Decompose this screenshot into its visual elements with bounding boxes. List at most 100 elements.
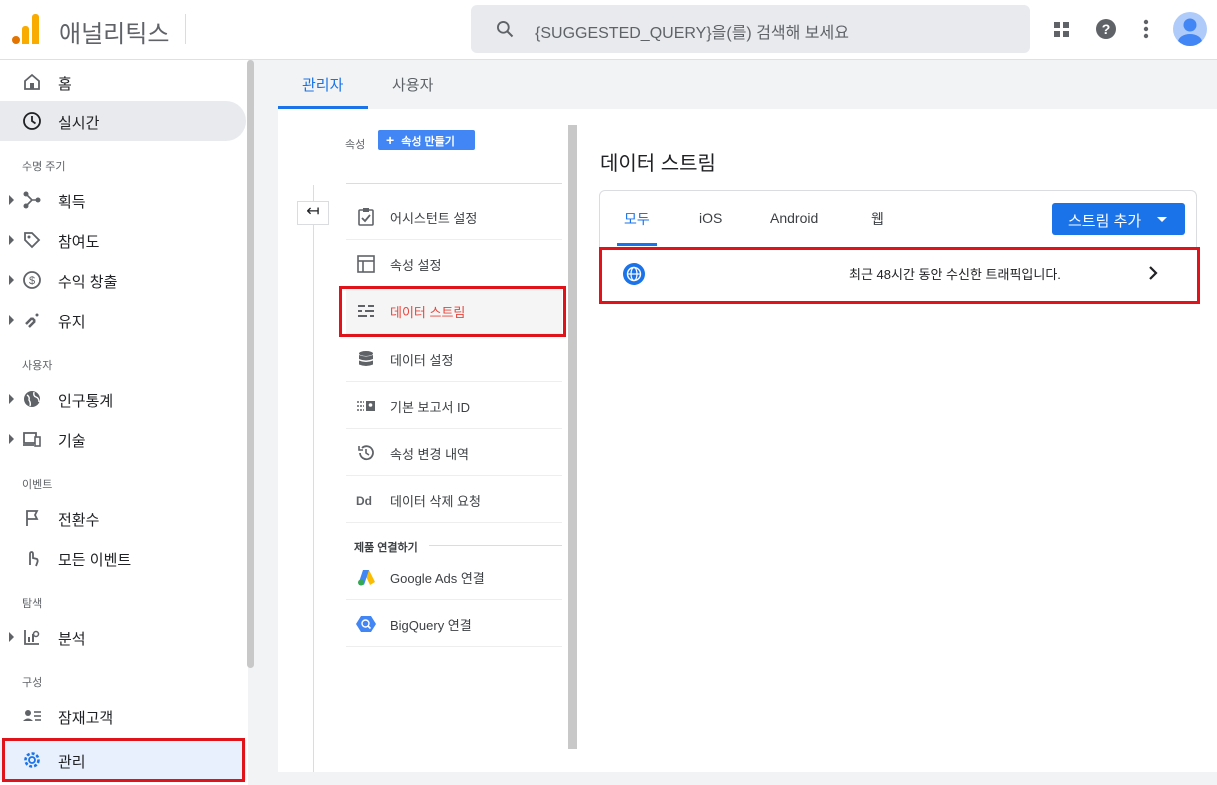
menu-label: 어시스턴트 설정 bbox=[390, 211, 478, 226]
nav-acquisition[interactable]: 획득 bbox=[0, 180, 246, 220]
admin-panel: ↤ 속성 + 속성 만들기 어시스턴트 설정 속성 설정 데이터 스트림 데이터… bbox=[278, 109, 1217, 772]
expand-arrow-icon bbox=[9, 235, 14, 245]
search-icon bbox=[497, 21, 514, 38]
avatar[interactable] bbox=[1173, 12, 1207, 46]
expand-arrow-icon bbox=[9, 195, 14, 205]
nav-label: 인구통계 bbox=[58, 393, 114, 410]
menu-label: 기본 보고서 ID bbox=[390, 400, 471, 415]
expand-arrow-icon bbox=[9, 275, 14, 285]
nav-label: 유지 bbox=[58, 314, 86, 331]
create-property-label: 속성 만들기 bbox=[401, 136, 455, 148]
menu-data-deletion[interactable]: Dd 데이터 삭제 요청 bbox=[346, 476, 562, 523]
nav-all-events[interactable]: 모든 이벤트 bbox=[0, 538, 246, 578]
add-stream-label: 스트림 추가 bbox=[1068, 213, 1142, 230]
add-stream-button[interactable]: 스트림 추가 bbox=[1052, 203, 1185, 235]
checklist-icon bbox=[358, 208, 374, 226]
database-icon bbox=[359, 351, 373, 366]
nav-home[interactable]: 홈 bbox=[0, 62, 246, 102]
nav-label: 홈 bbox=[58, 76, 72, 93]
nav-section-events: 이벤트 bbox=[22, 479, 53, 491]
nav-section-configure: 구성 bbox=[22, 677, 43, 689]
menu-label: 데이터 설정 bbox=[390, 353, 454, 368]
menu-change-history[interactable]: 속성 변경 내역 bbox=[346, 429, 562, 476]
google-ads-icon bbox=[358, 570, 375, 586]
menu-bigquery-link[interactable]: BigQuery 연결 bbox=[346, 600, 562, 647]
bigquery-icon bbox=[356, 616, 376, 632]
reporting-id-icon bbox=[357, 401, 375, 411]
analysis-icon bbox=[24, 630, 40, 645]
menu-label: BigQuery 연결 bbox=[390, 618, 472, 633]
nav-analysis[interactable]: 분석 bbox=[0, 617, 246, 657]
section-divider bbox=[429, 545, 562, 546]
search-bar[interactable]: {SUGGESTED_QUERY}을(를) 검색해 보세요 bbox=[471, 5, 1030, 53]
menu-reporting-id[interactable]: 기본 보고서 ID bbox=[346, 382, 562, 429]
nav-engagement[interactable]: 참여도 bbox=[0, 220, 246, 260]
nav-section-explore: 탐색 bbox=[22, 598, 43, 610]
left-nav: 홈 실시간 수명 주기 획득 참여도 $ 수익 창출 유지 사용자 인구통계 기… bbox=[0, 60, 248, 785]
nav-tech[interactable]: 기술 bbox=[0, 419, 246, 459]
menu-label: 속성 변경 내역 bbox=[390, 447, 469, 462]
expand-arrow-icon bbox=[9, 632, 14, 642]
home-icon bbox=[24, 73, 40, 90]
menu-label: 속성 설정 bbox=[390, 258, 442, 273]
middle-scrollbar[interactable] bbox=[568, 125, 577, 749]
nav-label: 전환수 bbox=[58, 512, 100, 529]
menu-data-settings[interactable]: 데이터 설정 bbox=[346, 335, 562, 382]
nav-audiences[interactable]: 잠재고객 bbox=[0, 696, 246, 736]
globe-icon bbox=[24, 391, 40, 407]
nav-label: 실시간 bbox=[58, 115, 100, 132]
analytics-logo-icon[interactable] bbox=[12, 14, 40, 44]
dollar-icon: $ bbox=[23, 271, 41, 289]
svg-text:$: $ bbox=[29, 275, 35, 287]
svg-text:Dd: Dd bbox=[356, 494, 372, 508]
left-nav-scrollbar[interactable] bbox=[247, 60, 254, 668]
apps-grid-icon[interactable] bbox=[1046, 14, 1076, 44]
nav-conversions[interactable]: 전환수 bbox=[0, 498, 246, 538]
stream-tab-android[interactable]: Android bbox=[770, 210, 818, 226]
help-icon[interactable]: ? bbox=[1091, 14, 1121, 44]
tag-icon bbox=[24, 232, 41, 249]
collapse-button[interactable]: ↤ bbox=[297, 201, 329, 225]
tab-user[interactable]: 사용자 bbox=[392, 74, 433, 95]
expand-arrow-icon bbox=[9, 394, 14, 404]
top-bar: 애널리틱스 {SUGGESTED_QUERY}을(를) 검색해 보세요 ? bbox=[0, 0, 1217, 60]
more-vert-icon[interactable] bbox=[1131, 14, 1161, 44]
acquisition-icon bbox=[23, 191, 41, 209]
audience-icon bbox=[23, 710, 41, 721]
nav-label: 모든 이벤트 bbox=[58, 552, 132, 569]
stream-tab-ios[interactable]: iOS bbox=[699, 210, 722, 226]
nav-label: 잠재고객 bbox=[58, 710, 114, 727]
nav-retention[interactable]: 유지 bbox=[0, 300, 246, 340]
nav-label: 분석 bbox=[58, 631, 86, 648]
stream-tab-underline bbox=[617, 243, 657, 246]
clock-icon bbox=[23, 112, 41, 130]
account-icon bbox=[1178, 18, 1202, 46]
app-title[interactable]: 애널리틱스 bbox=[59, 14, 169, 49]
highlight-box-admin bbox=[2, 738, 245, 782]
nav-realtime[interactable]: 실시간 bbox=[0, 101, 246, 141]
nav-monetization[interactable]: $ 수익 창출 bbox=[0, 260, 246, 300]
expand-arrow-icon bbox=[9, 434, 14, 444]
menu-property-settings[interactable]: 속성 설정 bbox=[346, 240, 562, 287]
flag-icon bbox=[26, 510, 39, 526]
highlight-box-data-streams bbox=[339, 286, 566, 337]
caret-down-icon bbox=[1157, 217, 1167, 222]
nav-label: 기술 bbox=[58, 433, 86, 450]
stream-tab-all[interactable]: 모두 bbox=[624, 209, 650, 229]
layout-icon bbox=[357, 255, 375, 273]
property-label: 속성 bbox=[345, 139, 366, 151]
svg-text:?: ? bbox=[1102, 21, 1111, 37]
history-icon bbox=[358, 445, 374, 461]
nav-section-user: 사용자 bbox=[22, 360, 53, 372]
main-area: 관리자 사용자 ↤ 속성 + 속성 만들기 어시스턴트 설정 속성 설정 데이터… bbox=[278, 60, 1217, 785]
search-placeholder: {SUGGESTED_QUERY}을(를) 검색해 보세요 bbox=[535, 25, 849, 42]
column-divider bbox=[313, 185, 314, 772]
nav-section-lifecycle: 수명 주기 bbox=[22, 161, 66, 173]
menu-google-ads-link[interactable]: Google Ads 연결 bbox=[346, 553, 562, 600]
title-divider bbox=[185, 14, 186, 44]
nav-demographics[interactable]: 인구통계 bbox=[0, 379, 246, 419]
create-property-button[interactable]: + 속성 만들기 bbox=[378, 130, 475, 150]
menu-assistant-settings[interactable]: 어시스턴트 설정 bbox=[346, 193, 562, 240]
tab-admin[interactable]: 관리자 bbox=[302, 74, 343, 95]
stream-tab-web[interactable]: 웹 bbox=[871, 209, 884, 229]
